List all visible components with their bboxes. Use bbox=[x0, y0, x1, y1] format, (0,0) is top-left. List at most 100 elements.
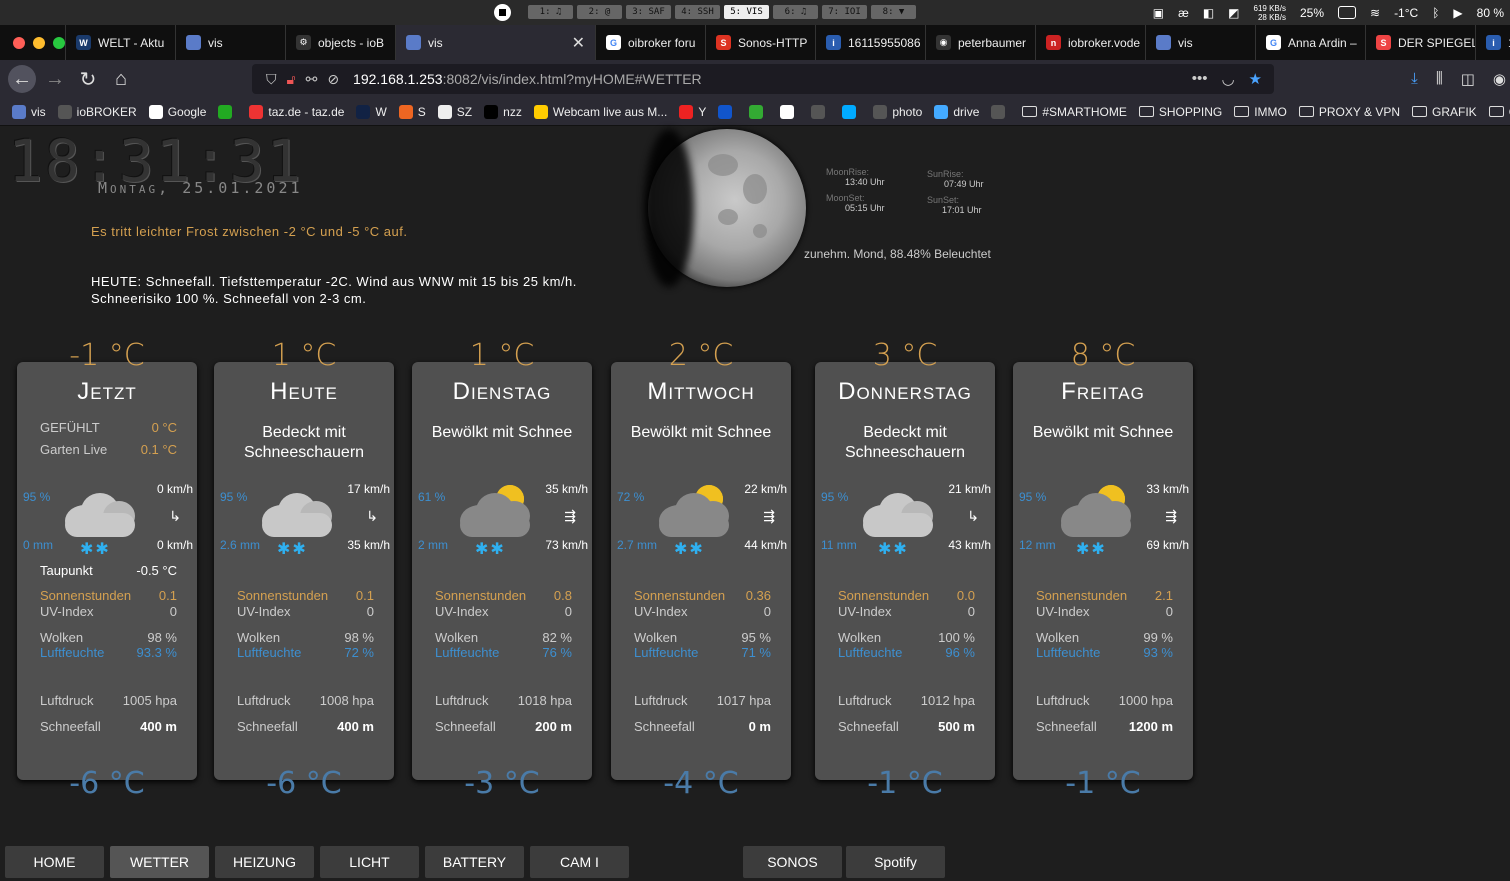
bookmark-item[interactable]: nzz bbox=[484, 104, 522, 119]
ae-icon[interactable]: æ bbox=[1178, 6, 1189, 20]
account-icon[interactable]: ◉ bbox=[1493, 70, 1506, 88]
bookmark-item[interactable]: GRAFIK bbox=[1412, 105, 1477, 119]
bookmark-item[interactable] bbox=[749, 104, 768, 119]
space-4[interactable]: 4: SSH bbox=[675, 5, 720, 19]
bookmark-item[interactable] bbox=[718, 104, 737, 119]
space-6[interactable]: 6: ♫ bbox=[773, 5, 818, 19]
permissions-icon[interactable]: ⚯ bbox=[306, 71, 318, 88]
sidebar-icon[interactable]: ◫ bbox=[1461, 70, 1475, 88]
bookmark-item[interactable]: Google bbox=[148, 104, 206, 119]
more-icon[interactable]: ••• bbox=[1192, 70, 1208, 88]
browser-tab[interactable]: ⚙ objects - ioB bbox=[285, 25, 395, 60]
space-2[interactable]: 2: @ bbox=[577, 5, 622, 19]
snowline-row: Schneefall 400 m bbox=[40, 719, 177, 734]
memory-icon[interactable] bbox=[1338, 6, 1356, 19]
browser-tab[interactable]: Goibroker foru bbox=[595, 25, 705, 60]
library-icon[interactable]: ⫼ bbox=[1436, 70, 1443, 88]
bookmark-item[interactable]: W bbox=[356, 104, 387, 119]
bookmark-favicon-icon bbox=[148, 104, 163, 119]
bookmark-item[interactable] bbox=[991, 104, 1010, 119]
bookmark-label: nzz bbox=[503, 104, 522, 119]
bookmark-item[interactable] bbox=[811, 104, 830, 119]
downloads-icon[interactable]: ⤓ bbox=[1411, 70, 1418, 88]
browser-tab[interactable]: n iobroker.vode bbox=[1035, 25, 1145, 60]
nav-button-heizung[interactable]: HEIZUNG bbox=[215, 846, 314, 878]
bookmark-item[interactable]: Y bbox=[679, 104, 707, 119]
garden-live-row: Garten Live 0.1 °C bbox=[40, 442, 177, 457]
wifi-icon[interactable]: ≋ bbox=[1370, 6, 1380, 20]
snowline-row: Schneefall 500 m bbox=[838, 719, 975, 734]
back-button[interactable]: ← bbox=[8, 65, 36, 93]
sunshine-row: Sonnenstunden 2.1 bbox=[1036, 588, 1173, 603]
bookmark-star-icon[interactable]: ★ bbox=[1249, 70, 1262, 88]
bookmark-item[interactable]: ioBROKER bbox=[57, 104, 137, 119]
bookmark-item[interactable] bbox=[780, 104, 799, 119]
bookmark-item[interactable]: PROXY & VPN bbox=[1298, 105, 1400, 119]
bookmark-favicon-icon bbox=[218, 104, 233, 119]
wind-gust: 73 km/h bbox=[545, 538, 588, 552]
browser-tab[interactable]: i 16115955086 bbox=[815, 25, 925, 60]
bookmark-item[interactable]: IMMO bbox=[1234, 105, 1287, 119]
wind-direction-icon: ↳ bbox=[366, 508, 378, 524]
precip-amount: 0 mm bbox=[23, 538, 53, 552]
bookmark-item[interactable]: taz.de - taz.de bbox=[249, 104, 344, 119]
space-7[interactable]: 7: IOI bbox=[822, 5, 867, 19]
bookmark-item[interactable] bbox=[218, 104, 237, 119]
bookmark-item[interactable]: SHOPPING bbox=[1138, 105, 1222, 119]
play-icon[interactable]: ▶ bbox=[1453, 6, 1462, 20]
bookmark-item[interactable]: drive bbox=[934, 104, 979, 119]
bookmark-item[interactable] bbox=[842, 104, 861, 119]
close-window-button[interactable] bbox=[13, 36, 25, 49]
pocket-icon[interactable]: ◡ bbox=[1221, 70, 1234, 88]
maximize-window-button[interactable] bbox=[53, 36, 65, 49]
reload-button[interactable]: ↻ bbox=[74, 65, 102, 93]
battery-status[interactable]: 80 % bbox=[1477, 6, 1504, 20]
nav-button-cam-i[interactable]: CAM I bbox=[530, 846, 629, 878]
snowline-row: Schneefall 1200 m bbox=[1036, 719, 1173, 734]
nav-button-licht[interactable]: LICHT bbox=[320, 846, 419, 878]
browser-tab[interactable]: W WELT - Aktu bbox=[65, 25, 175, 60]
browser-tab[interactable]: S Sonos-HTTP bbox=[705, 25, 815, 60]
browser-tab[interactable]: vis ✕ bbox=[395, 25, 595, 60]
space-3[interactable]: 3: SAF bbox=[626, 5, 671, 19]
snowflake-icon: ✱✱ bbox=[475, 541, 506, 558]
browser-tab[interactable]: vis bbox=[175, 25, 285, 60]
url-bar[interactable]: ⛉ 🔓︎ ⚯ ⊘ 192.168.1.253:8082/vis/index.html?… bbox=[252, 64, 1274, 94]
bookmark-favicon-icon bbox=[873, 104, 888, 119]
stop-icon[interactable] bbox=[494, 4, 511, 21]
bookmark-item[interactable]: #SMARTHOME bbox=[1022, 105, 1127, 119]
browser-tab[interactable]: ◉ peterbaumer bbox=[925, 25, 1035, 60]
bookmark-item[interactable]: vis bbox=[12, 104, 46, 119]
browser-tab[interactable]: i15759852 bbox=[1475, 25, 1510, 60]
weather-status[interactable]: -1°C bbox=[1394, 6, 1418, 20]
nav-button-spotify[interactable]: Spotify bbox=[846, 846, 945, 878]
nav-button-sonos[interactable]: SONOS bbox=[743, 846, 842, 878]
insecure-lock-icon[interactable]: 🔓︎ bbox=[287, 71, 296, 88]
space-5[interactable]: 5: VIS bbox=[724, 5, 769, 19]
nav-button-home[interactable]: HOME bbox=[5, 846, 104, 878]
bookmark-item[interactable]: photo bbox=[873, 104, 922, 119]
activity-icon[interactable]: ◩ bbox=[1228, 6, 1239, 20]
close-tab-icon[interactable]: ✕ bbox=[572, 33, 585, 53]
browser-tab[interactable]: G Anna Ardin – bbox=[1255, 25, 1365, 60]
bookmark-item[interactable]: COOK bbox=[1488, 105, 1510, 119]
autoplay-icon[interactable]: ⊘ bbox=[327, 71, 339, 88]
space-1[interactable]: 1: ♫ bbox=[528, 5, 573, 19]
bookmark-item[interactable]: Webcam live aus M... bbox=[533, 104, 667, 119]
nav-button-wetter[interactable]: WETTER bbox=[110, 846, 209, 878]
bluetooth-icon[interactable]: ᛒ bbox=[1432, 6, 1439, 20]
tab-favicon-icon: ◉ bbox=[936, 35, 951, 50]
browser-tab[interactable]: vis bbox=[1145, 25, 1255, 60]
home-button[interactable]: ⌂ bbox=[107, 65, 135, 93]
shield-icon[interactable]: ⛉ bbox=[266, 71, 277, 88]
browser-tab[interactable]: S DER SPIEGEL bbox=[1365, 25, 1475, 60]
screen-icon[interactable]: ▣ bbox=[1153, 6, 1164, 20]
minimize-window-button[interactable] bbox=[33, 36, 45, 49]
nav-button-battery[interactable]: BATTERY bbox=[425, 846, 524, 878]
forward-button[interactable]: → bbox=[41, 65, 69, 93]
bookmark-item[interactable]: SZ bbox=[437, 104, 472, 119]
bookmark-label: Y bbox=[698, 104, 707, 119]
toggle-icon[interactable]: ◧ bbox=[1203, 6, 1214, 20]
bookmark-item[interactable]: S bbox=[398, 104, 426, 119]
space-8[interactable]: 8: ▼ bbox=[871, 5, 916, 19]
